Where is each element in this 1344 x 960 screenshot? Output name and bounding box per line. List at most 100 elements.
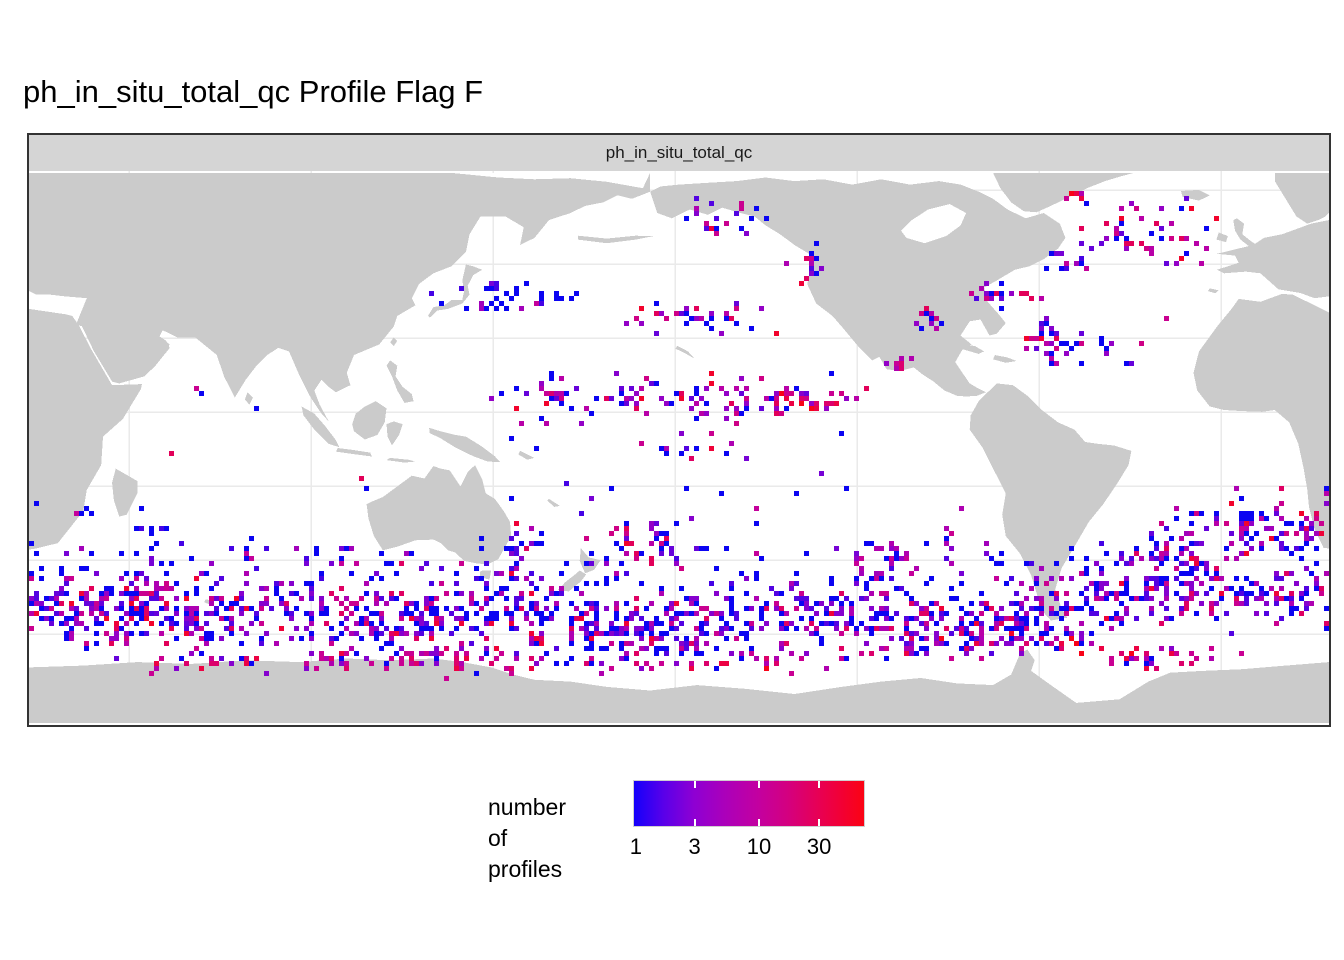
profile-tile: [634, 631, 639, 636]
profile-tile: [1149, 231, 1154, 236]
profile-tile: [314, 666, 319, 671]
profile-tile: [1134, 646, 1139, 651]
profile-tile: [1314, 546, 1319, 551]
profile-tile: [694, 386, 699, 391]
profile-tile: [1099, 596, 1104, 601]
profile-tile: [999, 616, 1004, 621]
profile-tile: [544, 401, 549, 406]
profile-tile: [1294, 581, 1299, 586]
profile-tile: [414, 631, 419, 636]
profile-tile: [1284, 596, 1289, 601]
profile-tile: [1009, 291, 1014, 296]
profile-tile: [1249, 536, 1254, 541]
profile-tile: [574, 586, 579, 591]
profile-tile: [1214, 566, 1219, 571]
profile-tile: [1039, 606, 1044, 611]
profile-tile: [1309, 521, 1314, 526]
profile-tile: [494, 571, 499, 576]
profile-tile: [434, 656, 439, 661]
profile-tile: [549, 391, 554, 396]
profile-tile: [1154, 581, 1159, 586]
profile-tile: [404, 611, 409, 616]
profile-tile: [1119, 591, 1124, 596]
profile-tile: [1319, 586, 1324, 591]
profile-tile: [924, 611, 929, 616]
profile-tile: [814, 401, 819, 406]
profile-tile: [714, 566, 719, 571]
profile-tile: [1024, 596, 1029, 601]
profile-tile: [734, 421, 739, 426]
profile-tile: [624, 321, 629, 326]
profile-tile: [1179, 206, 1184, 211]
profile-tile: [1019, 291, 1024, 296]
profile-tile: [489, 611, 494, 616]
profile-tile: [699, 631, 704, 636]
profile-tile: [1084, 586, 1089, 591]
profile-tile: [989, 291, 994, 296]
profile-tile: [89, 511, 94, 516]
profile-tile: [1014, 616, 1019, 621]
profile-tile: [509, 536, 514, 541]
profile-tile: [284, 611, 289, 616]
profile-tile: [839, 656, 844, 661]
profile-tile: [544, 421, 549, 426]
profile-tile: [664, 606, 669, 611]
chart-title: ph_in_situ_total_qc Profile Flag F: [23, 74, 483, 110]
profile-tile: [1049, 591, 1054, 596]
profile-tile: [659, 541, 664, 546]
profile-tile: [764, 216, 769, 221]
profile-tile: [1194, 561, 1199, 566]
profile-tile: [149, 591, 154, 596]
profile-tile: [514, 606, 519, 611]
profile-tile: [844, 486, 849, 491]
profile-tile: [604, 581, 609, 586]
profile-tile: [344, 666, 349, 671]
profile-tile: [459, 561, 464, 566]
profile-tile: [1234, 596, 1239, 601]
profile-tile: [734, 301, 739, 306]
profile-tile: [624, 641, 629, 646]
profile-tile: [439, 621, 444, 626]
profile-tile: [1049, 641, 1054, 646]
profile-tile: [539, 386, 544, 391]
profile-tile: [209, 561, 214, 566]
profile-tile: [689, 661, 694, 666]
profile-tile: [714, 646, 719, 651]
profile-tile: [1039, 296, 1044, 301]
profile-tile: [339, 656, 344, 661]
profile-tile: [1119, 556, 1124, 561]
profile-tile: [569, 626, 574, 631]
profile-tile: [1119, 651, 1124, 656]
profile-tile: [1189, 521, 1194, 526]
profile-tile: [274, 586, 279, 591]
profile-tile: [1104, 551, 1109, 556]
profile-tile: [774, 391, 779, 396]
profile-tile: [1014, 611, 1019, 616]
profile-tile: [689, 516, 694, 521]
profile-tile: [1284, 546, 1289, 551]
profile-tile: [219, 576, 224, 581]
profile-tile: [1229, 631, 1234, 636]
profile-tile: [419, 611, 424, 616]
profile-tile: [204, 621, 209, 626]
profile-tile: [59, 611, 64, 616]
profile-tile: [974, 621, 979, 626]
profile-tile: [764, 656, 769, 661]
profile-tile: [1274, 511, 1279, 516]
profile-tile: [309, 586, 314, 591]
profile-tile: [784, 641, 789, 646]
profile-tile: [684, 306, 689, 311]
profile-tile: [599, 631, 604, 636]
profile-tile: [1084, 601, 1089, 606]
profile-tile: [29, 541, 34, 546]
profile-tile: [399, 661, 404, 666]
profile-tile: [1154, 586, 1159, 591]
profile-tile: [1284, 521, 1289, 526]
profile-tile: [654, 636, 659, 641]
colorbar-tick-mark: [758, 781, 760, 788]
profile-tile: [354, 651, 359, 656]
profile-tile: [1199, 561, 1204, 566]
profile-tile: [159, 526, 164, 531]
profile-tile: [289, 581, 294, 586]
profile-tile: [689, 406, 694, 411]
